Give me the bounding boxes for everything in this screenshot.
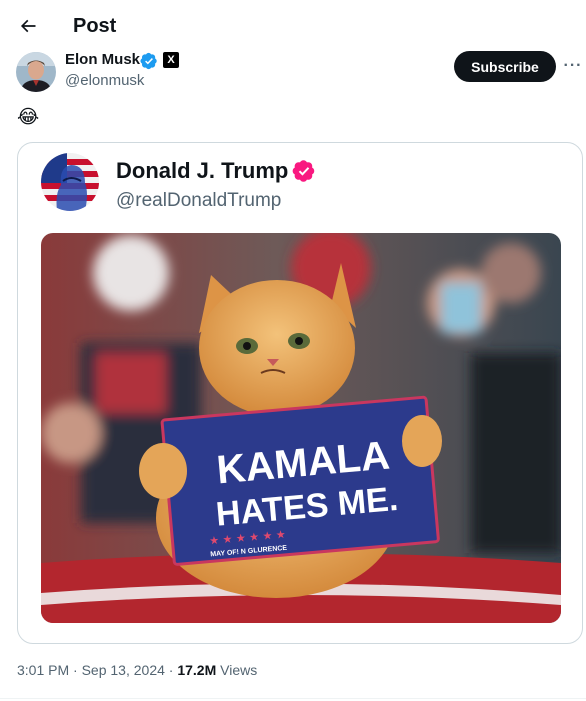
author-handle[interactable]: @elonmusk [65, 72, 144, 89]
page-title: Post [73, 15, 117, 37]
separator: · [73, 662, 78, 678]
author-name[interactable]: Elon Musk [65, 51, 140, 68]
quoted-media-image[interactable]: KAMALA HATES ME. ★ ★ ★ ★ ★ ★ MAY OF! N G… [41, 233, 561, 623]
verified-badge-icon [292, 160, 315, 182]
page-header: Post [0, 0, 586, 52]
post-date[interactable]: Sep 13, 2024 [82, 662, 165, 678]
separator: · [168, 662, 174, 678]
views-count: 17.2M [177, 662, 217, 678]
divider [0, 698, 586, 699]
quoted-post-card[interactable]: Donald J. Trump @realDonaldTrump KAMALA … [17, 142, 583, 644]
post-timestamp: 3:01 PM · Sep 13, 2024 · 17.2M Views [17, 662, 257, 678]
post-time[interactable]: 3:01 PM [17, 662, 69, 678]
x-affiliate-badge[interactable]: X [163, 52, 179, 68]
back-button[interactable] [16, 14, 40, 38]
quoted-author-name[interactable]: Donald J. Trump [116, 158, 288, 184]
views-label: Views [220, 662, 258, 678]
verified-badge-icon [140, 52, 157, 70]
tweet-text: 😂 [17, 106, 40, 128]
quoted-avatar[interactable] [41, 153, 99, 211]
subscribe-button[interactable]: Subscribe [454, 51, 556, 82]
quoted-author-handle[interactable]: @realDonaldTrump [116, 190, 281, 212]
more-options-button[interactable]: ··· [561, 55, 585, 77]
arrow-left-icon [20, 19, 36, 33]
avatar[interactable] [16, 52, 56, 92]
